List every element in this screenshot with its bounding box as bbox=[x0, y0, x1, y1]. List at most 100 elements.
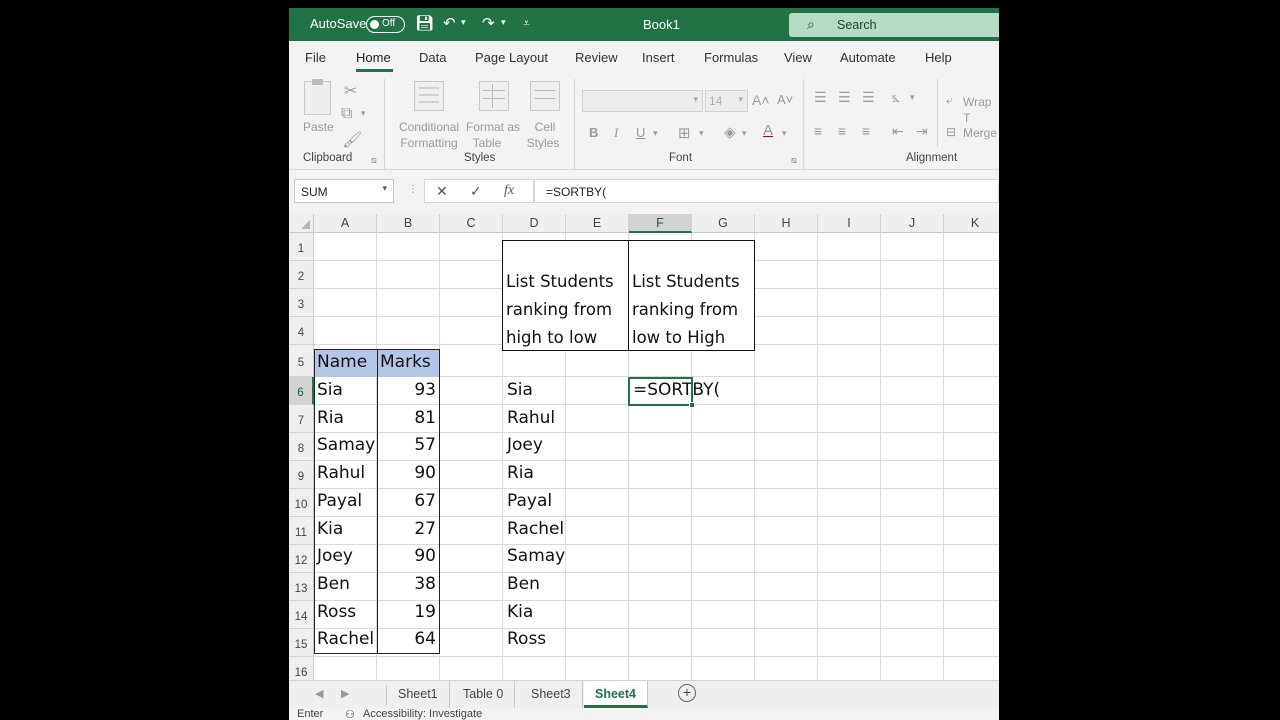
row-header-12[interactable]: 12 bbox=[289, 545, 314, 573]
borders-dropdown-icon[interactable]: ▾ bbox=[699, 128, 704, 139]
sorted-list-item[interactable]: Kia bbox=[503, 599, 613, 627]
tab-file[interactable]: File bbox=[305, 50, 326, 65]
tab-view[interactable]: View bbox=[784, 50, 812, 65]
column-header-e[interactable]: E bbox=[566, 214, 629, 233]
row-header-11[interactable]: 11 bbox=[289, 517, 314, 545]
select-all-corner[interactable] bbox=[289, 214, 314, 233]
decrease-indent-icon[interactable]: ⇤ bbox=[892, 123, 904, 140]
font-size-box[interactable]: 14 ▾ bbox=[705, 90, 748, 112]
paste-icon[interactable] bbox=[304, 79, 331, 115]
font-name-box[interactable]: ▾ bbox=[582, 90, 703, 112]
wrap-text-icon[interactable]: ⤶ bbox=[946, 93, 953, 108]
conditional-formatting-label-2[interactable]: Formatting bbox=[392, 135, 466, 151]
add-sheet-icon[interactable]: + bbox=[678, 684, 696, 702]
sorted-list-item[interactable]: Samay bbox=[503, 543, 613, 571]
top-align-icon[interactable]: ☰ bbox=[814, 89, 827, 106]
format-as-table-label-2[interactable]: Table bbox=[465, 135, 509, 151]
underline-button[interactable]: U bbox=[636, 125, 645, 140]
row-header-1[interactable]: 1 bbox=[289, 233, 314, 261]
tab-data[interactable]: Data bbox=[419, 50, 446, 65]
row-header-4[interactable]: 4 bbox=[289, 317, 314, 345]
row-header-6[interactable]: 6 bbox=[289, 377, 314, 405]
sorted-list-item[interactable]: Rachel bbox=[503, 516, 613, 544]
increase-font-icon[interactable]: A˄ bbox=[752, 92, 770, 108]
conditional-formatting-icon[interactable] bbox=[414, 81, 444, 111]
format-painter-icon[interactable]: 🖌︎ bbox=[342, 130, 362, 150]
row-header-8[interactable]: 8 bbox=[289, 433, 314, 461]
row-header-10[interactable]: 10 bbox=[289, 489, 314, 517]
italic-button[interactable]: I bbox=[614, 125, 618, 141]
cancel-icon[interactable]: ✕ bbox=[436, 183, 448, 200]
column-header-i[interactable]: I bbox=[818, 214, 881, 233]
middle-align-icon[interactable]: ☰ bbox=[838, 89, 851, 106]
cell-styles-label-2[interactable]: Styles bbox=[523, 135, 563, 151]
underline-dropdown-icon[interactable]: ▾ bbox=[653, 128, 658, 139]
formula-input[interactable]: =SORTBY( bbox=[534, 179, 999, 203]
column-header-h[interactable]: H bbox=[755, 214, 818, 233]
decrease-font-icon[interactable]: A˅ bbox=[777, 92, 793, 107]
cut-icon[interactable]: ✂ bbox=[344, 81, 357, 101]
enter-icon[interactable]: ✓ bbox=[470, 183, 482, 200]
sheet-tab-table-0[interactable]: Table 0 bbox=[452, 681, 516, 708]
column-header-c[interactable]: C bbox=[440, 214, 503, 233]
borders-icon[interactable]: ⊞ bbox=[678, 124, 691, 142]
sorted-list-item[interactable]: Sia bbox=[503, 377, 613, 405]
align-left-icon[interactable]: ≡ bbox=[814, 123, 822, 139]
column-header-a[interactable]: A bbox=[314, 214, 377, 233]
sorted-list-item[interactable]: Ria bbox=[503, 460, 613, 488]
column-header-d[interactable]: D bbox=[503, 214, 566, 233]
cell-styles-label-1[interactable]: Cell bbox=[529, 119, 561, 135]
orientation-icon[interactable]: ⦩ bbox=[892, 89, 900, 106]
merge-icon[interactable]: ⊟ bbox=[946, 125, 956, 139]
row-header-3[interactable]: 3 bbox=[289, 289, 314, 317]
tab-help[interactable]: Help bbox=[925, 50, 952, 65]
tab-formulas[interactable]: Formulas bbox=[704, 50, 758, 65]
wrap-text-label[interactable]: Wrap T bbox=[963, 94, 999, 126]
row-header-14[interactable]: 14 bbox=[289, 601, 314, 629]
row-header-9[interactable]: 9 bbox=[289, 461, 314, 489]
high-to-low-caption[interactable]: List Students ranking from high to low bbox=[502, 240, 629, 351]
font-launcher-icon[interactable]: ⧅ bbox=[791, 155, 797, 166]
save-icon[interactable]: 💾︎ bbox=[415, 14, 434, 32]
tab-home[interactable]: Home bbox=[356, 50, 391, 65]
bottom-align-icon[interactable]: ☰ bbox=[862, 89, 875, 106]
format-as-table-label-1[interactable]: Format as bbox=[465, 119, 521, 135]
prev-sheet-icon[interactable]: ◀ bbox=[315, 687, 323, 700]
fill-color-icon[interactable]: ◈ bbox=[724, 123, 736, 141]
conditional-formatting-label-1[interactable]: Conditional bbox=[396, 119, 462, 135]
fill-color-dropdown-icon[interactable]: ▾ bbox=[742, 128, 747, 139]
copy-dropdown-icon[interactable]: ▾ bbox=[361, 108, 366, 119]
column-header-f[interactable]: F bbox=[629, 214, 692, 233]
accessibility-status[interactable]: Accessibility: Investigate bbox=[363, 708, 482, 720]
column-header-g[interactable]: G bbox=[692, 214, 755, 233]
fill-handle[interactable] bbox=[689, 402, 695, 408]
name-box[interactable]: SUM ▾ bbox=[294, 179, 394, 203]
name-box-dropdown-icon[interactable]: ▾ bbox=[382, 183, 387, 194]
insert-function-icon[interactable]: fx bbox=[504, 183, 514, 199]
sheet-tab-sheet3[interactable]: Sheet3 bbox=[520, 681, 583, 708]
orientation-dropdown-icon[interactable]: ▾ bbox=[910, 92, 915, 103]
search-box[interactable]: ⌕ Search bbox=[789, 13, 999, 37]
next-sheet-icon[interactable]: ▶ bbox=[341, 687, 349, 700]
row-header-2[interactable]: 2 bbox=[289, 261, 314, 289]
paste-label[interactable]: Paste bbox=[303, 119, 334, 135]
sorted-list-item[interactable]: Ross bbox=[503, 626, 613, 654]
font-color-dropdown-icon[interactable]: ▾ bbox=[782, 128, 787, 139]
row-header-13[interactable]: 13 bbox=[289, 573, 314, 601]
undo-icon[interactable]: ↶ bbox=[443, 14, 456, 32]
redo-dropdown-icon[interactable]: ▾ bbox=[501, 17, 506, 28]
row-header-5[interactable]: 5 bbox=[289, 345, 314, 377]
bold-button[interactable]: B bbox=[589, 125, 598, 140]
sorted-list-item[interactable]: Ben bbox=[503, 571, 613, 599]
cell-styles-icon[interactable] bbox=[530, 81, 560, 111]
sheet-tab-sheet1[interactable]: Sheet1 bbox=[387, 681, 450, 708]
merge-label[interactable]: Merge bbox=[963, 125, 997, 141]
tab-automate[interactable]: Automate bbox=[840, 50, 896, 65]
sorted-list-item[interactable]: Rahul bbox=[503, 405, 613, 433]
redo-icon[interactable]: ↷ bbox=[482, 14, 495, 32]
sheet-tab-sheet4[interactable]: Sheet4 bbox=[584, 681, 648, 708]
tab-insert[interactable]: Insert bbox=[642, 50, 675, 65]
row-header-7[interactable]: 7 bbox=[289, 405, 314, 433]
font-color-icon[interactable]: A bbox=[763, 122, 773, 139]
undo-dropdown-icon[interactable]: ▾ bbox=[461, 17, 466, 28]
